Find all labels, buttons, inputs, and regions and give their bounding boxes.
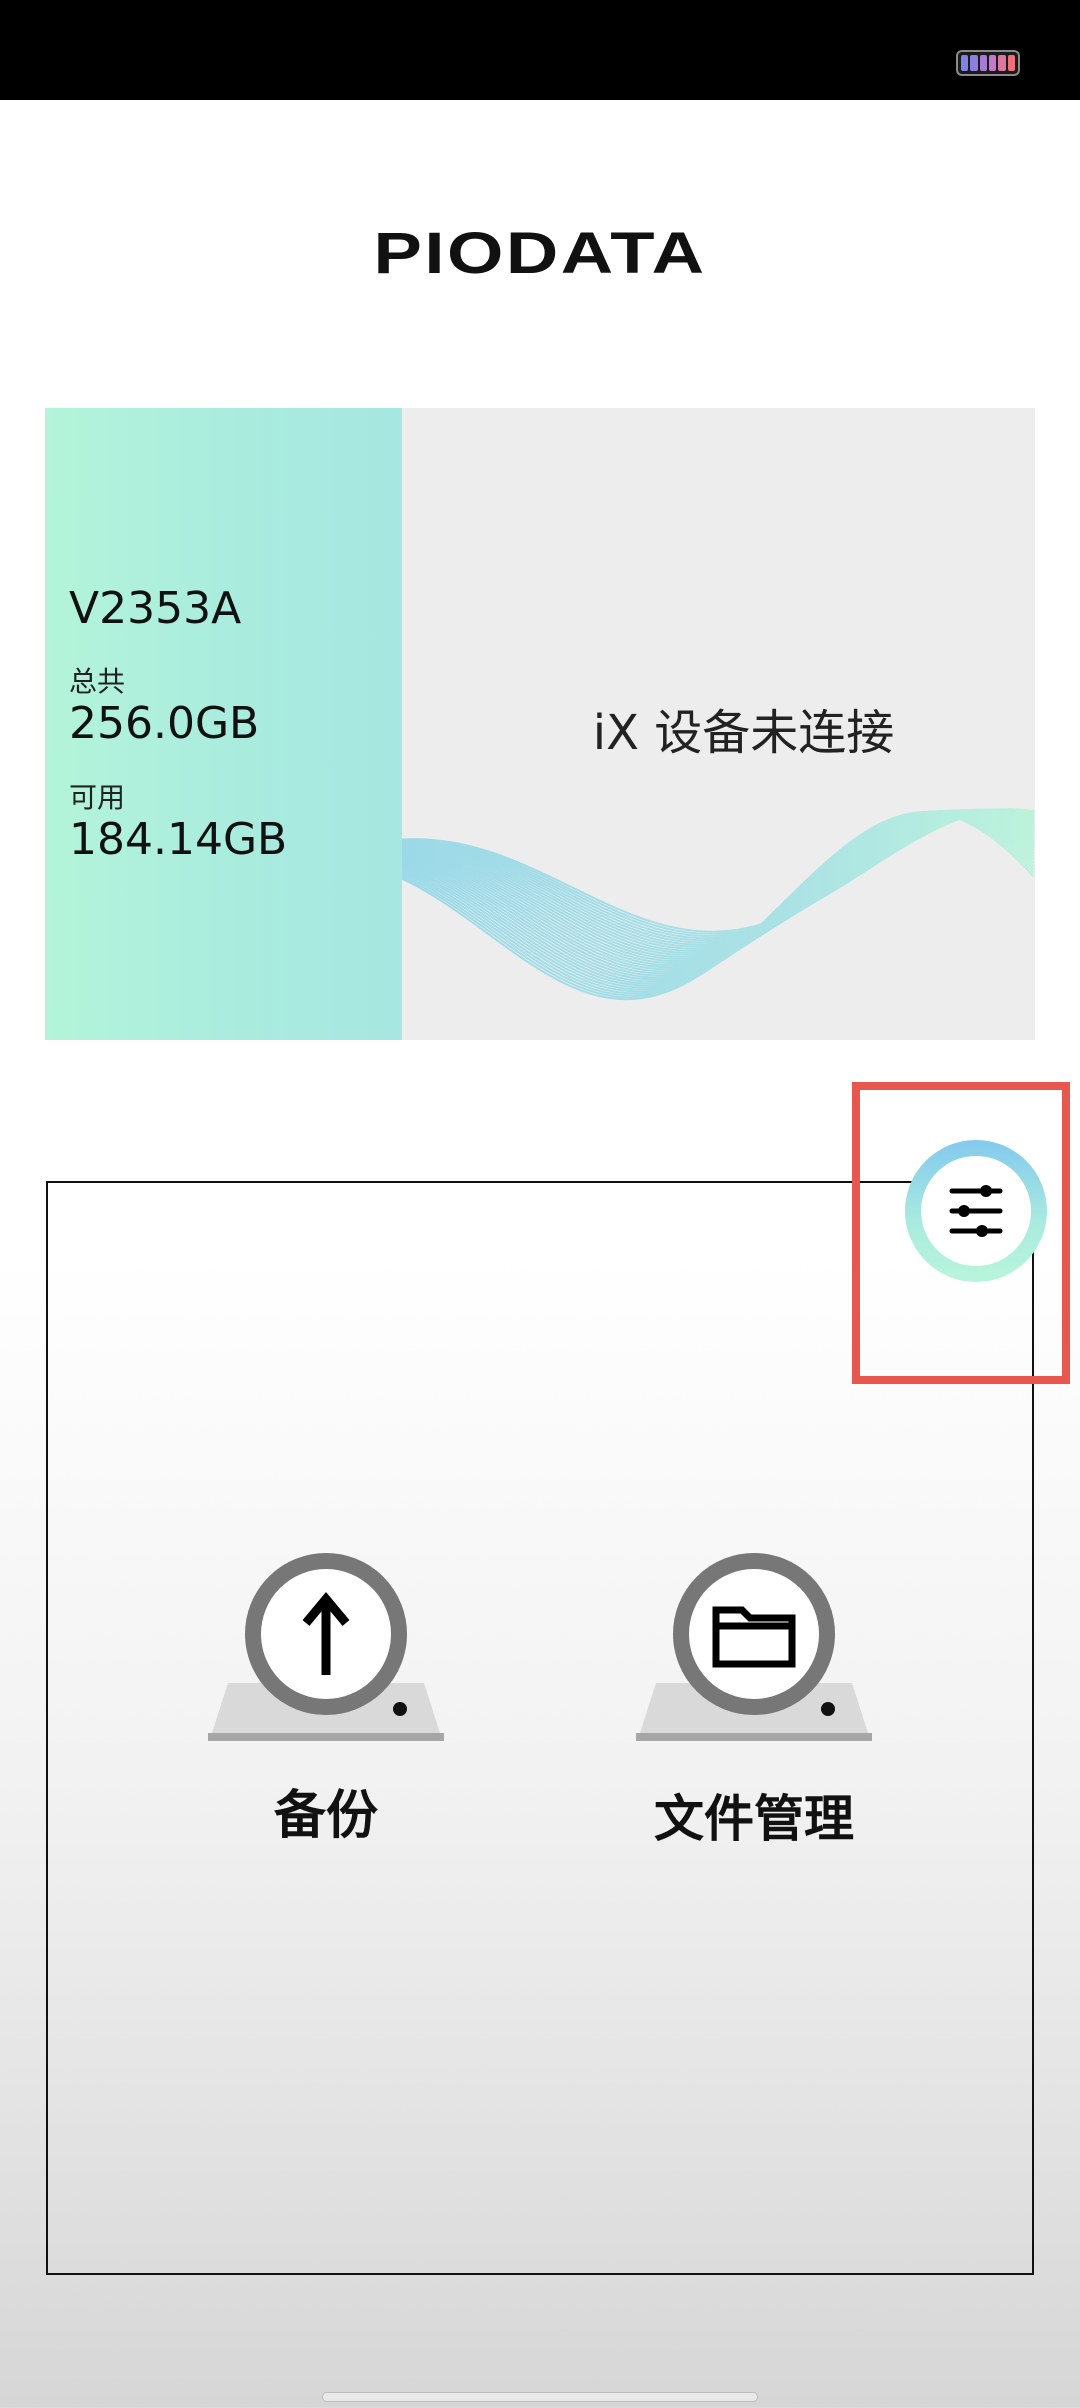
battery-icon <box>956 50 1020 76</box>
settings-button[interactable] <box>905 1140 1047 1282</box>
folder-icon <box>712 1606 796 1668</box>
wave-line <box>402 810 1035 993</box>
actions-panel: 备份 文件管理 <box>46 1181 1034 2275</box>
external-device-panel: iX 设备未连接 <box>402 408 1035 1040</box>
file-manager-label: 文件管理 <box>654 1790 854 1848</box>
app-logo: PIODATA <box>373 221 707 286</box>
file-manager-ring <box>673 1553 835 1715</box>
status-bar <box>0 0 1080 100</box>
backup-button[interactable]: 备份 <box>208 1553 458 1863</box>
total-label: 总共 <box>69 665 126 698</box>
available-value: 184.14GB <box>69 814 288 865</box>
home-indicator[interactable] <box>322 2392 758 2402</box>
wave-line <box>402 808 1035 948</box>
file-manager-button[interactable]: 文件管理 <box>636 1553 886 1863</box>
backup-label: 备份 <box>273 1786 378 1846</box>
settings-button-inner <box>921 1156 1031 1266</box>
device-model: V2353A <box>69 583 242 634</box>
sliders-icon <box>949 1185 1003 1237</box>
backup-ring <box>245 1553 407 1715</box>
available-label: 可用 <box>69 781 126 814</box>
device-status-text: iX 设备未连接 <box>592 705 895 761</box>
upload-arrow-icon <box>302 1591 350 1675</box>
total-value: 256.0GB <box>69 698 260 749</box>
phone-storage-panel: V2353A 总共 256.0GB 可用 184.14GB <box>45 408 402 1040</box>
storage-card: V2353A 总共 256.0GB 可用 184.14GB iX 设备未连接 <box>45 408 1035 1040</box>
